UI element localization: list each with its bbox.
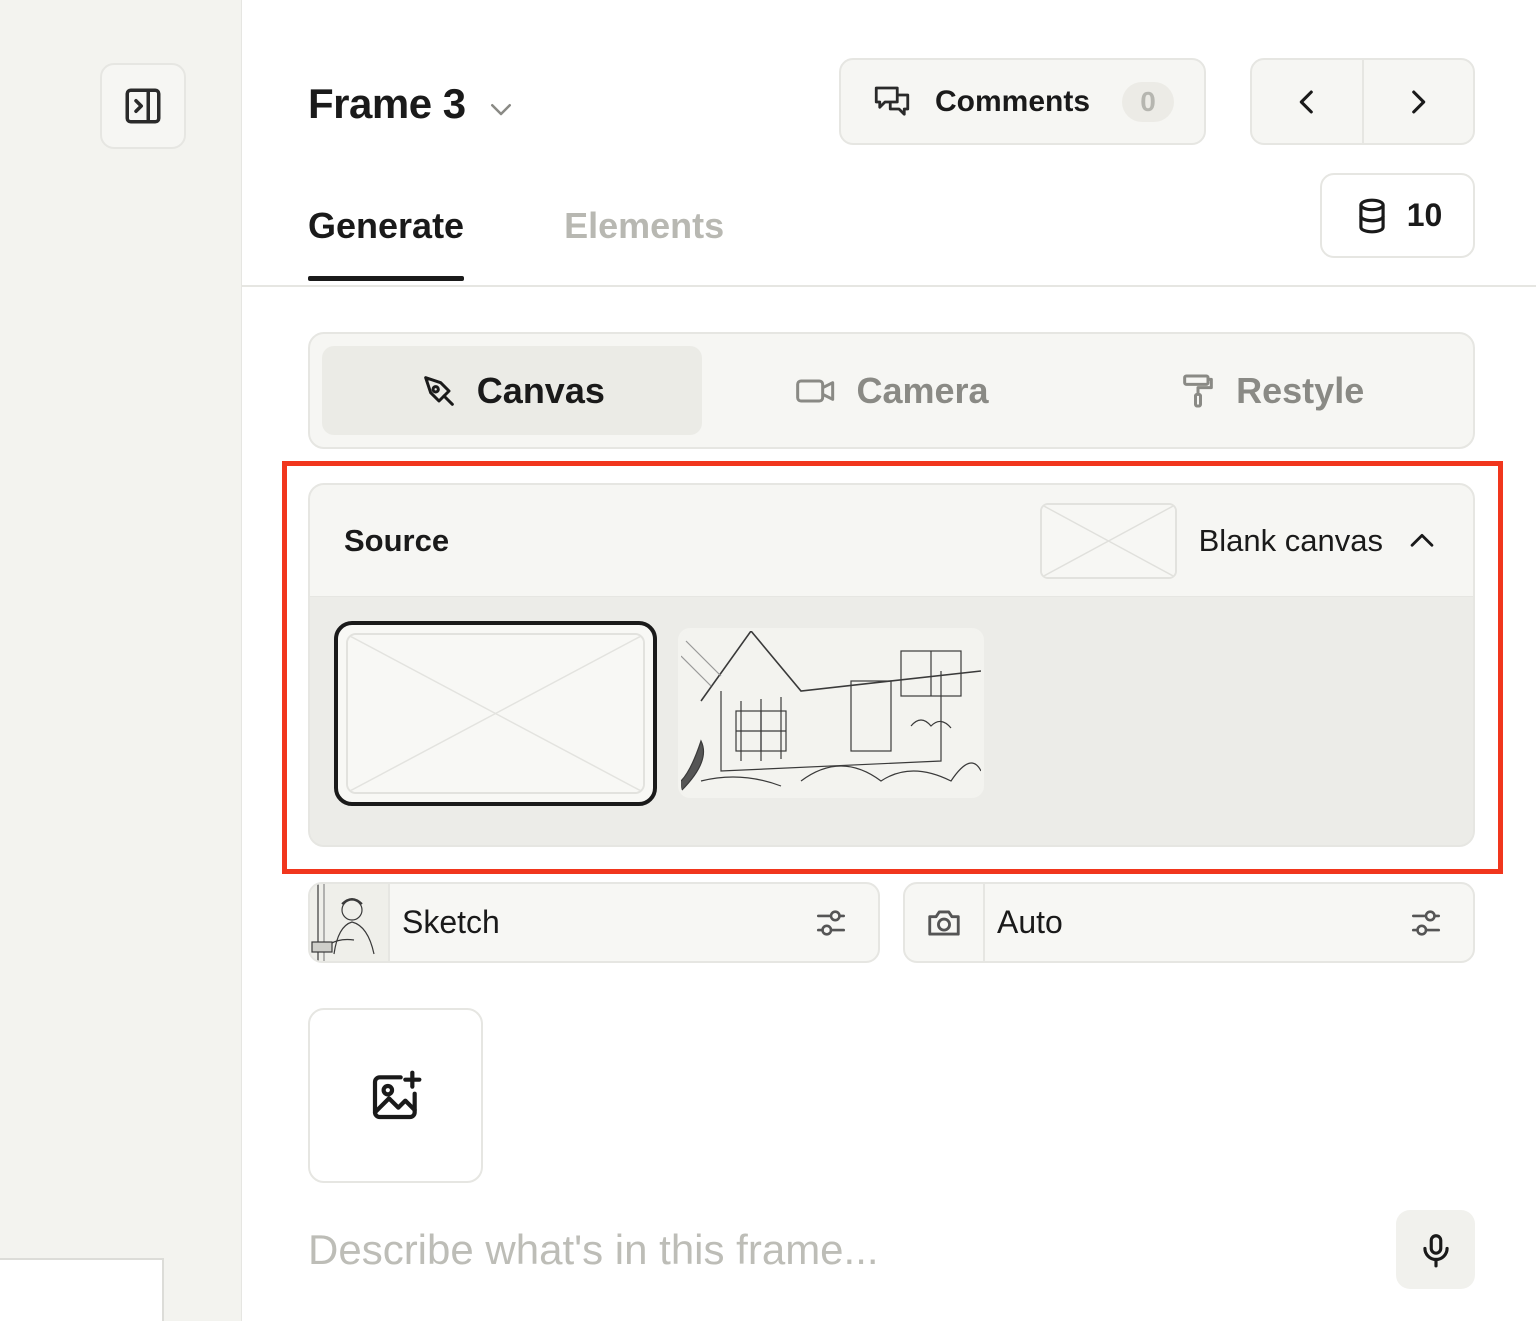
sketch-portrait-thumbnail bbox=[310, 884, 388, 961]
highlight-box bbox=[282, 461, 1503, 874]
mode-selector: Canvas Camera Restyle bbox=[308, 332, 1475, 449]
style-selector[interactable]: Sketch bbox=[308, 882, 880, 963]
style-thumbnail bbox=[310, 884, 390, 961]
video-camera-icon bbox=[796, 379, 835, 402]
comments-button[interactable]: Comments 0 bbox=[839, 58, 1206, 145]
credits-count: 10 bbox=[1406, 197, 1443, 233]
sliders-icon[interactable] bbox=[814, 906, 848, 940]
chevron-down-icon bbox=[490, 104, 511, 116]
sidebar-toggle-button[interactable] bbox=[100, 63, 186, 149]
sliders-icon[interactable] bbox=[1409, 906, 1443, 940]
frame-name: Frame 3 bbox=[308, 80, 466, 127]
database-icon bbox=[1359, 198, 1385, 233]
tabs-divider bbox=[242, 285, 1536, 287]
tab-elements[interactable]: Elements bbox=[564, 205, 724, 281]
mode-restyle[interactable]: Restyle bbox=[1081, 346, 1461, 435]
chevron-right-icon bbox=[1412, 90, 1426, 113]
microphone-icon bbox=[1422, 1233, 1449, 1267]
mode-camera-label: Camera bbox=[856, 369, 989, 411]
next-frame-button[interactable] bbox=[1364, 60, 1474, 143]
credits-button[interactable]: 10 bbox=[1320, 173, 1475, 258]
generate-panel: Frame 3 Comments 0 10 Generate Elements bbox=[242, 0, 1536, 1321]
comments-count-badge: 0 bbox=[1122, 81, 1174, 122]
canvas-area bbox=[0, 0, 242, 1321]
canvas-frame-card[interactable] bbox=[0, 1258, 164, 1321]
camera-selector[interactable]: Auto bbox=[903, 882, 1475, 963]
frame-selector[interactable]: Frame 3 bbox=[308, 80, 516, 128]
previous-frame-button[interactable] bbox=[1252, 60, 1362, 143]
mode-canvas[interactable]: Canvas bbox=[322, 346, 702, 435]
frame-navigation bbox=[1250, 58, 1475, 145]
mode-canvas-label: Canvas bbox=[476, 369, 605, 411]
microphone-button[interactable] bbox=[1396, 1210, 1475, 1289]
paint-roller-icon bbox=[1183, 374, 1213, 407]
tab-generate[interactable]: Generate bbox=[308, 205, 465, 281]
mode-restyle-label: Restyle bbox=[1236, 369, 1365, 411]
chevron-left-icon bbox=[1299, 90, 1313, 113]
mode-camera[interactable]: Camera bbox=[702, 346, 1082, 435]
comments-label: Comments bbox=[935, 84, 1091, 118]
add-image-button[interactable] bbox=[308, 1008, 483, 1183]
style-label: Sketch bbox=[402, 904, 500, 940]
prompt-input[interactable]: Describe what's in this frame... bbox=[308, 1226, 879, 1274]
comments-icon bbox=[874, 86, 910, 116]
pen-nib-icon bbox=[423, 375, 454, 406]
panel-expand-icon bbox=[125, 88, 161, 124]
image-plus-icon bbox=[372, 1070, 421, 1119]
panel-tabs: Generate Elements bbox=[308, 205, 724, 281]
camera-icon-slot bbox=[905, 884, 985, 961]
camera-label: Auto bbox=[997, 904, 1063, 940]
camera-icon bbox=[928, 909, 960, 936]
